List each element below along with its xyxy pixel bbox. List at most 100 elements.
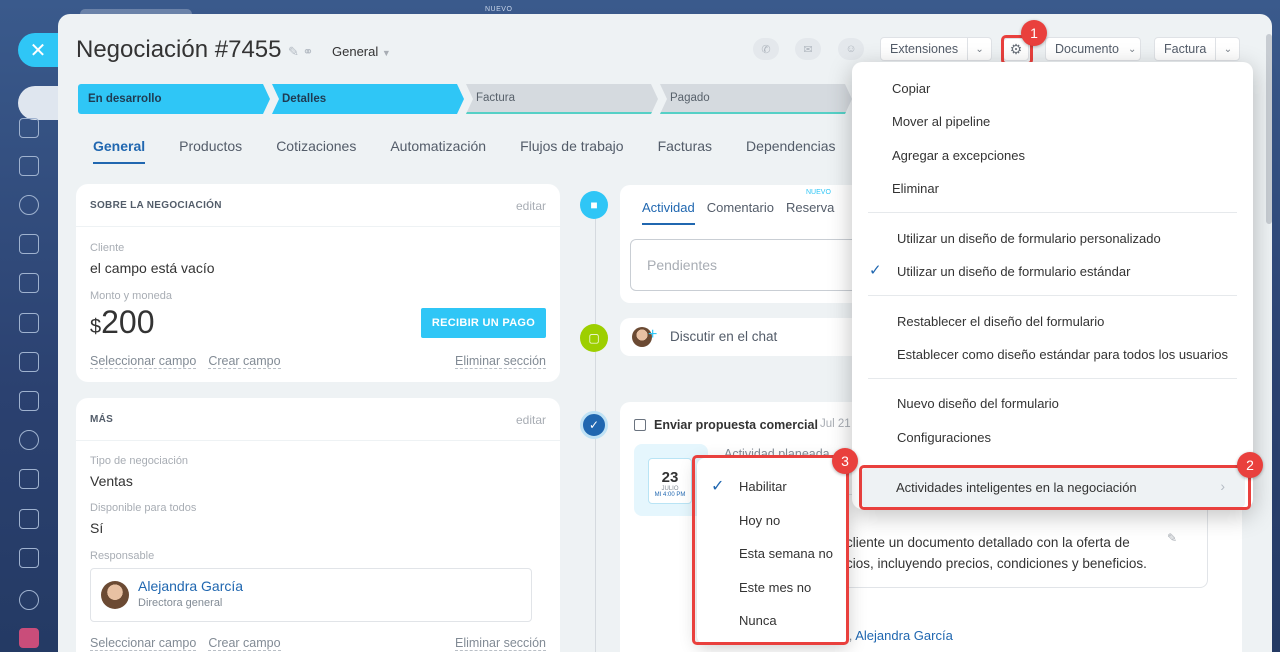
menu-form-standard[interactable]: Utilizar un diseño de formulario estánda…	[897, 264, 1130, 279]
document-button[interactable]: Documento ⌄	[1045, 37, 1141, 61]
receive-payment-button[interactable]: RECIBIR UN PAGO	[421, 308, 546, 338]
mail-icon[interactable]: ✉	[795, 38, 821, 60]
stage-factura[interactable]: Factura	[466, 84, 658, 114]
app-icon[interactable]	[19, 628, 39, 648]
invoice-label: Factura	[1164, 42, 1207, 56]
card-icon[interactable]	[19, 352, 39, 372]
tab-facturas[interactable]: Facturas	[658, 138, 712, 164]
select-field-link[interactable]: Seleccionar campo	[90, 354, 197, 369]
participants: ez, Alejandra García	[835, 628, 953, 643]
tab-cotizaciones[interactable]: Cotizaciones	[276, 138, 356, 164]
chevron-down-icon[interactable]: ⌄	[967, 38, 991, 60]
menu-delete[interactable]: Eliminar	[892, 181, 939, 196]
scrollbar[interactable]	[1266, 34, 1272, 224]
mail-icon[interactable]	[19, 391, 39, 411]
submenu-highlight	[692, 455, 849, 645]
activity-tabs: Actividad Comentario Reserva	[642, 200, 846, 225]
tab-reserve[interactable]: Reserva	[786, 200, 834, 215]
close-slider-button[interactable]: ✕	[18, 33, 58, 67]
task-checkbox[interactable]	[634, 419, 646, 431]
tab-general[interactable]: General	[93, 138, 146, 164]
divider	[76, 226, 560, 227]
chat-bubble-icon[interactable]: ☺	[838, 38, 864, 60]
pipeline-selector[interactable]: General ▼	[332, 44, 391, 59]
edit-link[interactable]: editar	[516, 199, 546, 213]
menu-settings[interactable]: Configuraciones	[897, 430, 991, 445]
menu-move-pipeline[interactable]: Mover al pipeline	[892, 114, 990, 129]
tab-productos[interactable]: Productos	[179, 138, 242, 164]
select-field-link[interactable]: Seleccionar campo	[90, 636, 197, 651]
rail-active-item[interactable]	[18, 86, 58, 120]
extensions-label: Extensiones	[890, 42, 959, 56]
pencil-icon[interactable]: ✎	[1167, 531, 1177, 545]
avatar	[101, 581, 129, 609]
responsible-label: Responsable	[90, 550, 155, 562]
calendar-time: MI 4:00 PM	[654, 492, 686, 498]
available-value[interactable]: Sí	[90, 520, 103, 536]
amount-number: 200	[101, 304, 155, 340]
invoice-button[interactable]: Factura ⌄	[1154, 37, 1241, 61]
menu-new-form[interactable]: Nuevo diseño del formulario	[897, 396, 1059, 411]
edit-link[interactable]: editar	[516, 413, 546, 427]
settings-icon[interactable]	[19, 590, 39, 610]
stage-pagado[interactable]: Pagado	[660, 84, 852, 114]
edit-link-icons[interactable]: ✎ ⚭	[288, 44, 313, 60]
phone-icon[interactable]: ✆	[753, 38, 779, 60]
deal-type-value[interactable]: Ventas	[90, 473, 133, 489]
menu-set-standard[interactable]: Establecer como diseño estándar para tod…	[897, 347, 1228, 362]
responsible-name[interactable]: Alejandra García	[138, 578, 243, 594]
calendar-day: 23	[661, 469, 679, 486]
tab-flujos[interactable]: Flujos de trabajo	[520, 138, 624, 164]
create-field-link[interactable]: Crear campo	[208, 636, 281, 651]
check-icon: ✓	[869, 262, 882, 279]
field-actions: Seleccionar campo Crear campo	[90, 636, 293, 651]
close-icon: ✕	[29, 39, 47, 62]
tab-comment[interactable]: Comentario	[707, 200, 774, 215]
calendar-icon: 23 JULIO MI 4:00 PM	[648, 458, 692, 504]
extensions-button[interactable]: Extensiones ⌄	[880, 37, 993, 61]
participant-name[interactable]: Alejandra García	[855, 628, 953, 643]
stage-en-desarrollo[interactable]: En desarrollo	[78, 84, 270, 114]
tab-activity[interactable]: Actividad	[642, 200, 695, 225]
board-icon[interactable]	[19, 313, 39, 333]
menu-form-custom[interactable]: Utilizar un diseño de formulario persona…	[897, 231, 1161, 246]
filter-icon[interactable]	[19, 509, 39, 529]
checkbox-icon[interactable]	[19, 469, 39, 489]
tasks-icon[interactable]	[19, 156, 39, 176]
client-label: Cliente	[90, 242, 125, 254]
delete-section-link[interactable]: Eliminar sección	[454, 636, 546, 651]
document-label: Documento	[1055, 42, 1119, 56]
chat-dot-icon: ▢	[580, 324, 608, 352]
settings-menu: Copiar Mover al pipeline Agregar a excep…	[852, 62, 1253, 509]
tab-automatizacion[interactable]: Automatización	[390, 138, 486, 164]
chat-icon[interactable]	[19, 118, 39, 138]
amount-value[interactable]: $200	[90, 304, 155, 341]
delete-section-link[interactable]: Eliminar sección	[454, 354, 546, 369]
link-icon[interactable]: ⚭	[303, 44, 314, 59]
discuss-in-chat[interactable]: Discutir en el chat	[670, 329, 777, 344]
description-text: cliente un documento detallado con la of…	[846, 532, 1147, 574]
pending-input[interactable]: Pendientes	[630, 239, 890, 291]
tab-dependencias[interactable]: Dependencias	[746, 138, 836, 164]
document-icon[interactable]	[19, 273, 39, 293]
plus-icon: +	[648, 326, 658, 343]
stage-detalles[interactable]: Detalles	[272, 84, 464, 114]
chat-discuss[interactable]: + Discutir en el chat	[620, 318, 880, 356]
target-icon[interactable]	[19, 195, 39, 215]
menu-add-exceptions[interactable]: Agregar a excepciones	[892, 148, 1025, 163]
divider	[868, 212, 1237, 213]
tab-bar: General Productos Cotizaciones Automatiz…	[93, 138, 870, 164]
create-field-link[interactable]: Crear campo	[208, 354, 281, 369]
chevron-down-icon[interactable]: ⌄	[1215, 38, 1239, 60]
responsible-role: Directora general	[138, 597, 223, 609]
menu-copy[interactable]: Copiar	[892, 81, 930, 96]
menu-reset-form[interactable]: Restablecer el diseño del formulario	[897, 314, 1104, 329]
pencil-icon[interactable]: ✎	[288, 44, 299, 59]
left-rail: ✕	[0, 0, 58, 652]
robot-icon[interactable]	[19, 548, 39, 568]
task-title[interactable]: Enviar propuesta comercial	[654, 418, 818, 432]
responsible-box[interactable]: Alejandra García Directora general	[90, 568, 532, 622]
client-value[interactable]: el campo está vacío	[90, 260, 215, 276]
users-icon[interactable]	[19, 430, 39, 450]
calendar-icon[interactable]	[19, 234, 39, 254]
